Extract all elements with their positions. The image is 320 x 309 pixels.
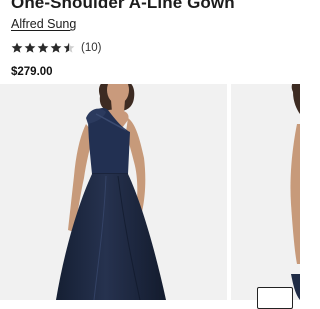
star-icon [63,42,75,53]
rating[interactable]: (10) [11,41,101,55]
expand-button[interactable] [257,287,293,309]
product-price: $279.00 [11,66,53,78]
rating-stars [11,42,76,54]
star-icon [37,42,49,53]
product-image-next[interactable] [231,84,300,300]
gown-photo [56,84,166,300]
review-count: (10) [81,42,102,54]
star-icon [50,42,62,53]
product-title: One-Shoulder A-Line Gown [11,0,235,12]
brand-link[interactable]: Alfred Sung [11,17,76,31]
star-icon [24,42,36,53]
image-gallery [0,84,300,300]
gown-photo-partial [290,84,300,300]
star-icon [11,42,23,53]
product-image-main[interactable] [0,84,227,300]
